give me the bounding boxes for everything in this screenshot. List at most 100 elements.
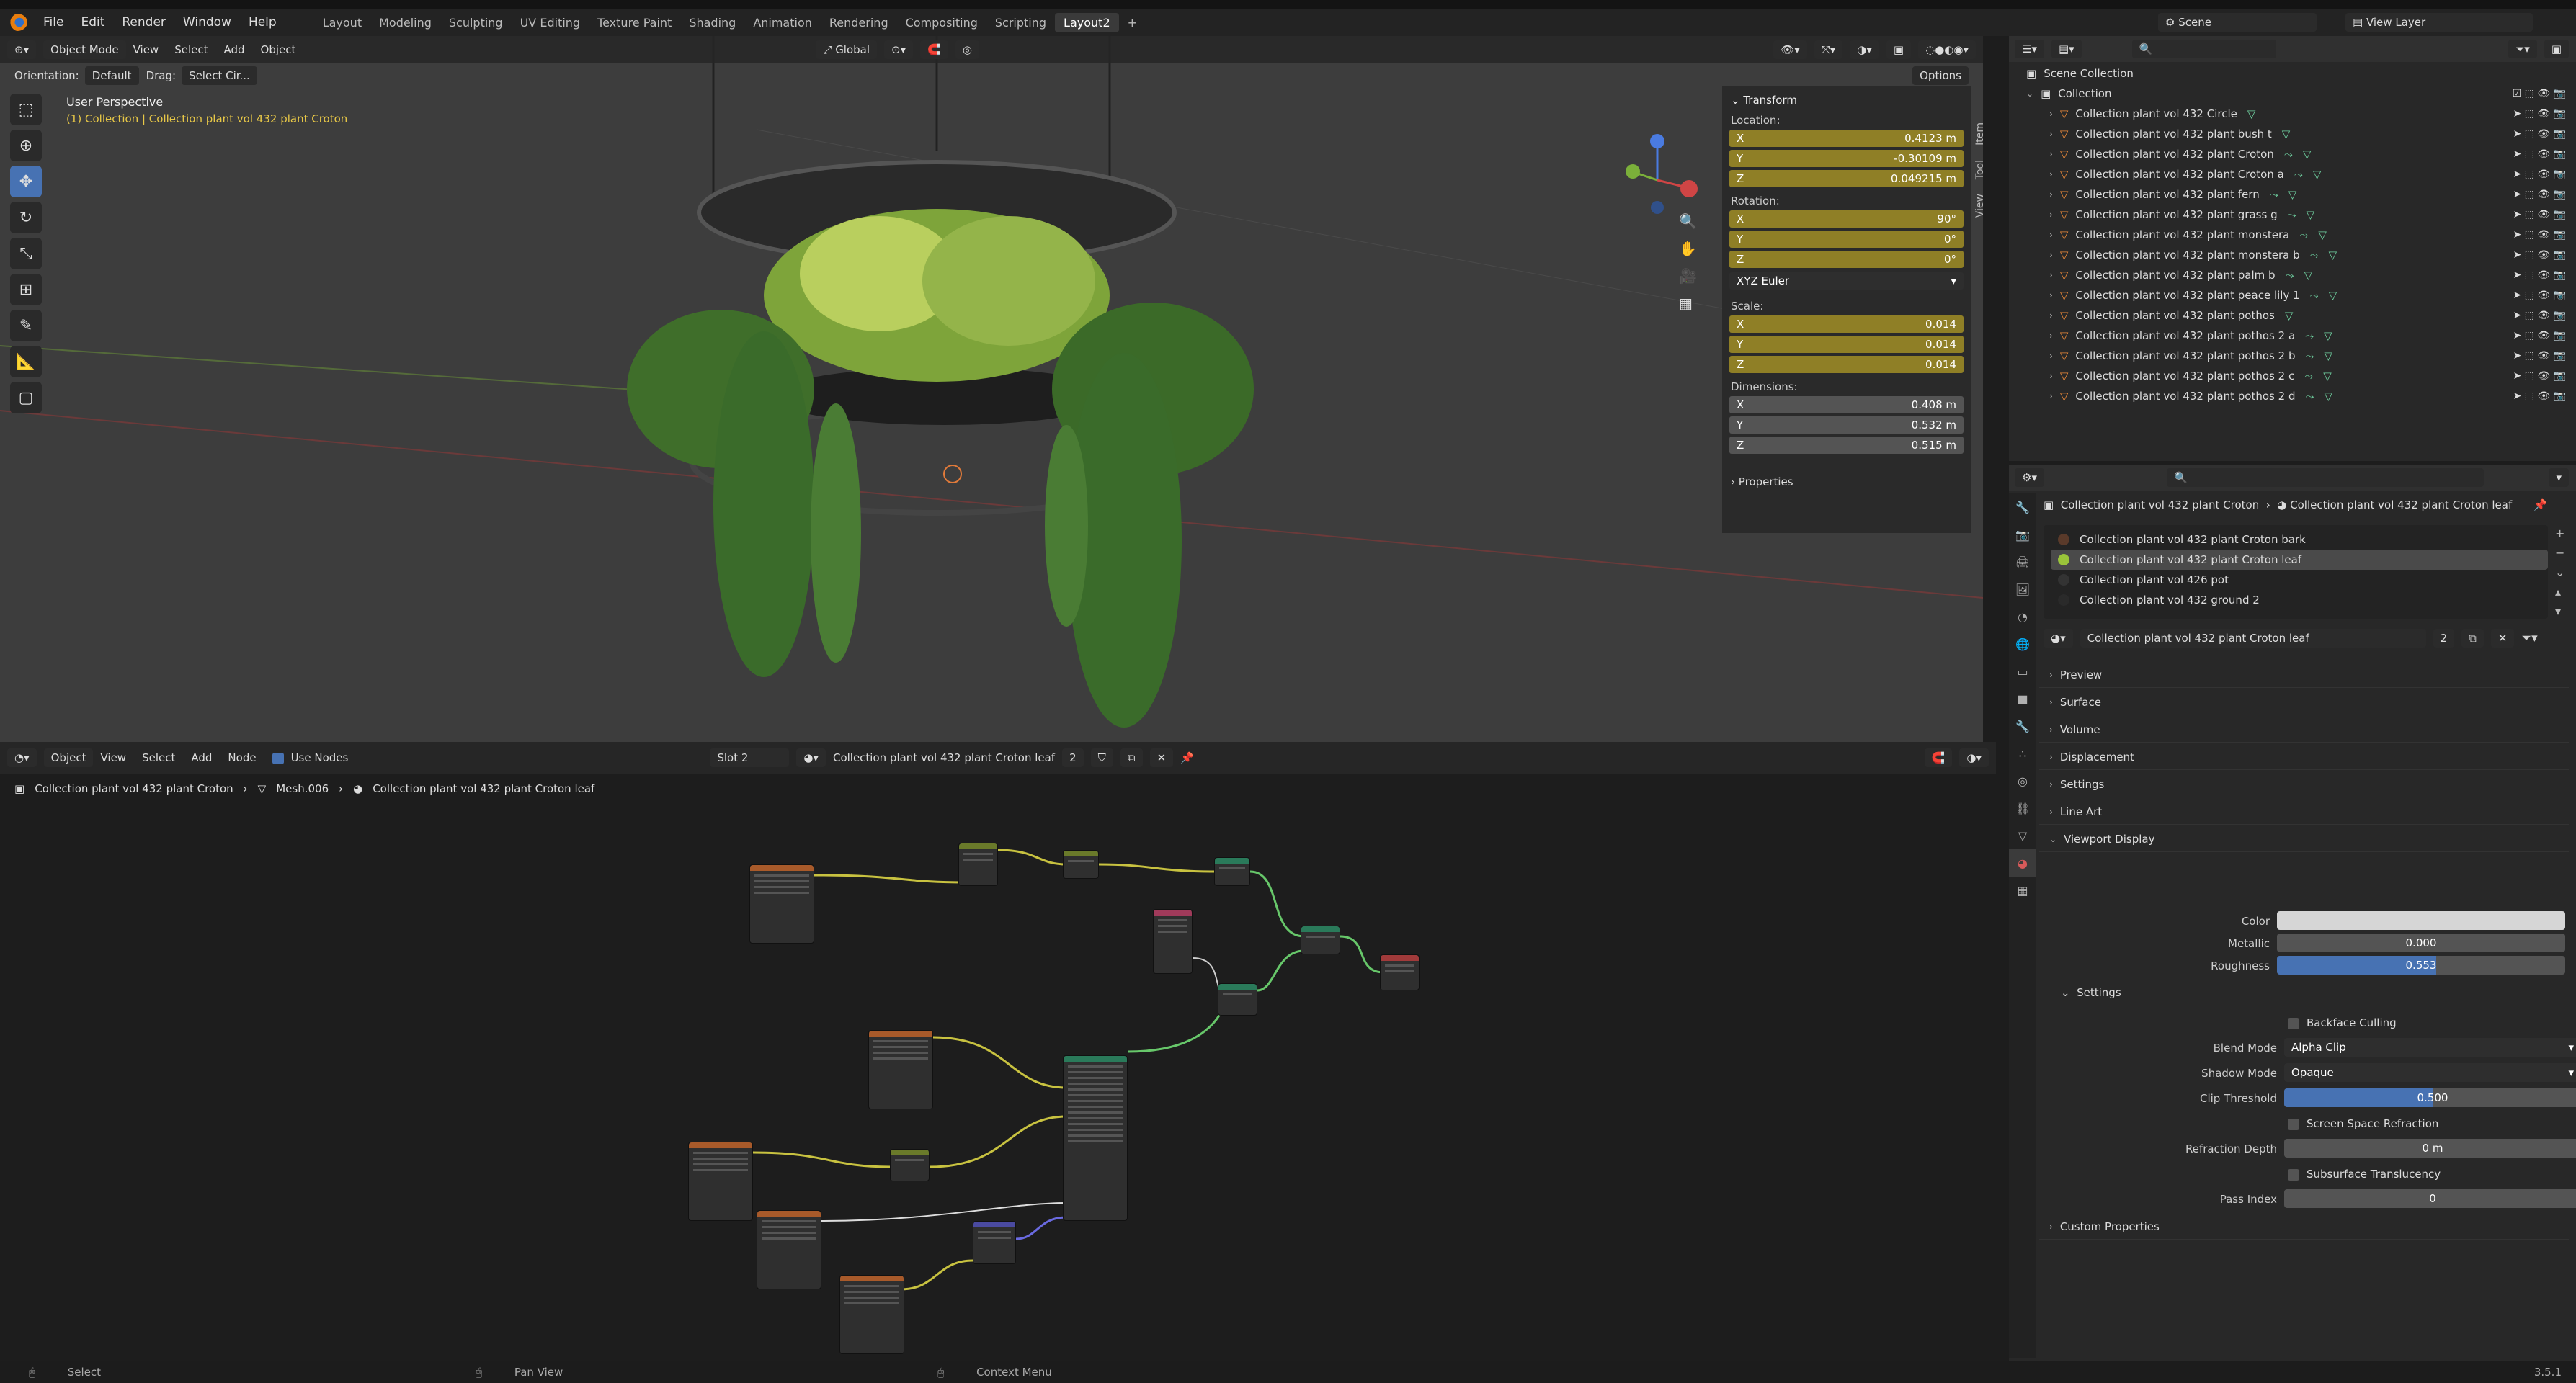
editor-type-button[interactable]: ⊕▾ <box>7 40 37 59</box>
outliner-object-row[interactable]: › ▽ Collection plant vol 432 plant pothos ▽… <box>2009 305 2576 326</box>
color-node[interactable] <box>1063 850 1099 879</box>
object-toggles[interactable]: ➤ ⬚ 👁 📷 <box>2513 290 2566 301</box>
object-toggles[interactable]: ➤ ⬚ 👁 📷 <box>2513 148 2566 160</box>
shading-modes-icon[interactable]: ◌●◐◉▾ <box>1918 40 1976 59</box>
outliner-object-row[interactable]: › ▽ Collection plant vol 432 plant peace l… <box>2009 285 2576 305</box>
outliner-object-row[interactable]: › ▽ Collection plant vol 432 plant palm b ⤳… <box>2009 265 2576 285</box>
color-node[interactable] <box>890 1149 930 1181</box>
collection-row[interactable]: ⌄ ▣ Collection ☑ ⬚ 👁 📷 <box>2009 84 2576 104</box>
expand-icon[interactable]: › <box>2049 129 2053 139</box>
add-slot-icon[interactable]: + <box>2555 527 2571 540</box>
tab-animation[interactable]: Animation <box>744 16 821 30</box>
object-tab-icon[interactable]: ■ <box>2009 685 2036 712</box>
transform-section-header[interactable]: ⌄ Transform <box>1731 94 1797 107</box>
orientation-dropdown[interactable]: Default <box>84 66 139 85</box>
principled-bsdf-node[interactable] <box>1063 1055 1128 1221</box>
pivot-icon[interactable]: ⊙▾ <box>884 40 914 59</box>
expand-icon[interactable]: › <box>2049 189 2053 200</box>
dimension-x-field[interactable]: X 0.408 m <box>1729 396 1964 413</box>
outliner-object-row[interactable]: › ▽ Collection plant vol 432 plant monster… <box>2009 225 2576 245</box>
tab-sculpting[interactable]: Sculpting <box>440 16 512 30</box>
object-toggles[interactable]: ➤ ⬚ 👁 📷 <box>2513 249 2566 261</box>
outliner-object-row[interactable]: › ▽ Collection plant vol 432 plant Croton … <box>2009 164 2576 184</box>
outliner-object-row[interactable]: › ▽ Collection plant vol 432 Circle ▽ ➤ ⬚ 👁 … <box>2009 104 2576 124</box>
metallic-slider[interactable]: 0.000 <box>2277 934 2565 952</box>
visibility-icon[interactable]: 👁▾ <box>1773 40 1807 59</box>
camera-icon[interactable]: 🎥 <box>1679 267 1708 285</box>
outliner[interactable]: ☰▾ ▤▾ 🔍 ⏷▾ ▣ ▣ Scene Collection ⌄ ▣ Collect… <box>2009 36 2576 461</box>
blender-logo-icon[interactable] <box>7 14 27 31</box>
view-layer-selector[interactable]: ▤ View Layer <box>2345 13 2533 32</box>
cursor-tool-icon[interactable]: ⊕ <box>10 130 42 161</box>
object-toggles[interactable]: ➤ ⬚ 👁 📷 <box>2513 390 2566 402</box>
outliner-search-input[interactable]: 🔍 <box>2131 40 2276 58</box>
duplicate-material-icon[interactable]: ⧉ <box>2461 629 2484 648</box>
tab-scripting[interactable]: Scripting <box>986 16 1055 30</box>
outliner-object-row[interactable]: › ▽ Collection plant vol 432 plant pothos … <box>2009 346 2576 366</box>
menu-help[interactable]: Help <box>240 15 285 30</box>
image-texture-node[interactable] <box>757 1210 821 1289</box>
tab-rendering[interactable]: Rendering <box>821 16 897 30</box>
menu-file[interactable]: File <box>35 15 72 30</box>
expand-icon[interactable]: ⌄ <box>2026 89 2033 99</box>
slot-menu-icon[interactable]: ⌄ <box>2555 565 2571 579</box>
texture-tab-icon[interactable]: ▦ <box>2009 877 2036 904</box>
constraints-tab-icon[interactable]: ⛓ <box>2009 795 2036 822</box>
pan-icon[interactable]: ✋ <box>1679 240 1708 257</box>
xray-icon[interactable]: ▣ <box>1886 40 1912 59</box>
expand-icon[interactable]: › <box>2049 331 2053 341</box>
navigation-gizmo[interactable] <box>1614 130 1701 216</box>
material-name-field[interactable]: Collection plant vol 432 plant Croton le… <box>2080 629 2426 648</box>
tab-modeling[interactable]: Modeling <box>370 16 440 30</box>
expand-icon[interactable]: › <box>2049 351 2053 361</box>
measure-tool-icon[interactable]: 📐 <box>10 346 42 377</box>
menu-select[interactable]: Select <box>174 43 208 56</box>
object-toggles[interactable]: ➤ ⬚ 👁 📷 <box>2513 229 2566 241</box>
scale-z-field[interactable]: Z 0.014 <box>1729 356 1964 373</box>
scene-selector[interactable]: ⚙ Scene <box>2158 13 2317 32</box>
menu-view[interactable]: View <box>133 43 159 56</box>
tab-tool[interactable]: Tool <box>1974 160 1983 179</box>
object-toggles[interactable]: ➤ ⬚ 👁 📷 <box>2513 128 2566 140</box>
object-toggles[interactable]: ➤ ⬚ 👁 📷 <box>2513 370 2566 382</box>
shadow-mode-dropdown[interactable]: Opaque ▾ <box>2284 1063 2576 1082</box>
menu-add[interactable]: Add <box>224 43 245 56</box>
object-toggles[interactable]: ➤ ⬚ 👁 📷 <box>2513 310 2566 321</box>
tab-view[interactable]: View <box>1974 194 1983 218</box>
options-dropdown[interactable]: Options <box>1912 66 1969 85</box>
properties-section-header[interactable]: › Properties <box>1731 475 1793 488</box>
scene-collection-row[interactable]: ▣ Scene Collection <box>2009 63 2576 84</box>
material-slot[interactable]: Collection plant vol 426 pot <box>2051 570 2548 590</box>
expand-icon[interactable]: › <box>2049 109 2053 119</box>
rotation-z-field[interactable]: Z 0° <box>1729 251 1964 268</box>
particles-tab-icon[interactable]: ∴ <box>2009 740 2036 767</box>
material-output-node[interactable] <box>1380 954 1420 990</box>
tab-compositing[interactable]: Compositing <box>897 16 986 30</box>
options-icon[interactable]: ▾ <box>2549 468 2569 487</box>
image-texture-node[interactable] <box>749 864 814 944</box>
gizmo-toggle-icon[interactable]: ⤧▾ <box>1814 40 1843 59</box>
object-toggles[interactable]: ➤ ⬚ 👁 📷 <box>2513 189 2566 200</box>
expand-icon[interactable]: › <box>2049 250 2053 260</box>
filter-icon[interactable]: ⏷▾ <box>2521 631 2537 645</box>
scale-y-field[interactable]: Y 0.014 <box>1729 336 1964 353</box>
outliner-object-row[interactable]: › ▽ Collection plant vol 432 plant pothos … <box>2009 386 2576 406</box>
world-tab-icon[interactable]: 🌐 <box>2009 630 2036 658</box>
unlink-material-icon[interactable]: ✕ <box>2490 629 2515 648</box>
outliner-object-row[interactable]: › ▽ Collection plant vol 432 plant fern ⤳ ▽ ➤… <box>2009 184 2576 205</box>
expand-icon[interactable]: › <box>2049 270 2053 280</box>
zoom-icon[interactable]: 🔍 <box>1679 212 1708 230</box>
ortho-grid-icon[interactable]: ▦ <box>1679 295 1708 312</box>
tab-texture-paint[interactable]: Texture Paint <box>589 16 680 30</box>
outliner-object-row[interactable]: › ▽ Collection plant vol 432 plant Croton ⤳… <box>2009 144 2576 164</box>
add-cube-tool-icon[interactable]: ▢ <box>10 382 42 413</box>
image-texture-node[interactable] <box>688 1142 753 1221</box>
transform-tool-icon[interactable]: ⊞ <box>10 274 42 305</box>
subsurface-translucency-checkbox[interactable]: Subsurface Translucency <box>2288 1168 2441 1181</box>
outliner-object-row[interactable]: › ▽ Collection plant vol 432 plant pothos … <box>2009 326 2576 346</box>
input-node[interactable] <box>1153 909 1193 974</box>
expand-icon[interactable]: › <box>2049 391 2053 401</box>
editor-type-button[interactable]: ☰▾ <box>2015 40 2044 58</box>
properties-section-0[interactable]: › Preview <box>2039 662 2569 688</box>
rotate-tool-icon[interactable]: ↻ <box>10 202 42 233</box>
